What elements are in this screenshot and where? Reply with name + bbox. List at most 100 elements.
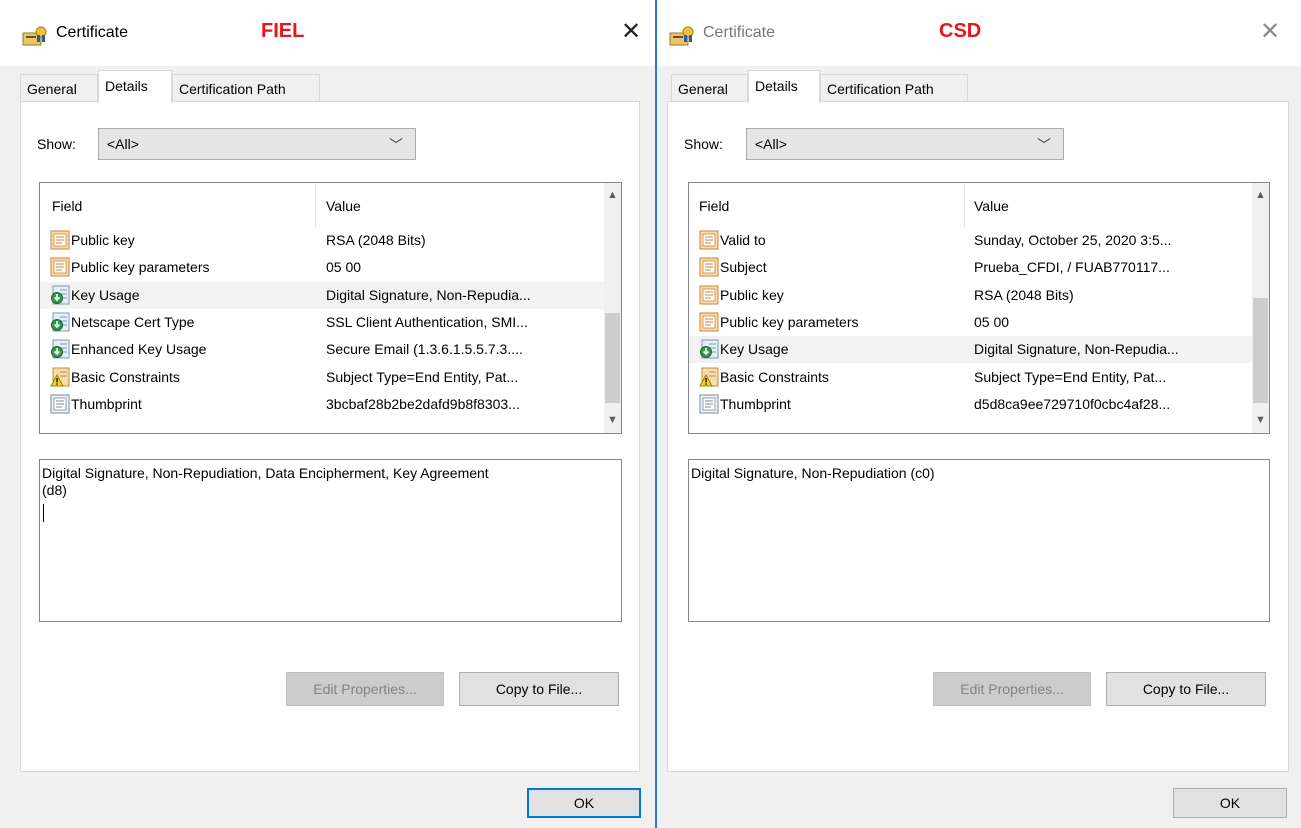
list-row[interactable]: Subject Prueba_CFDI, / FUAB770117... xyxy=(689,254,1252,281)
scroll-down-icon[interactable]: ▼ xyxy=(604,412,621,429)
row-field-value: RSA (2048 Bits) xyxy=(974,286,1074,303)
list-row[interactable]: Valid to Sunday, October 25, 2020 3:5... xyxy=(689,227,1252,254)
list-row[interactable]: Thumbprint d5d8ca9ee729710f0cbc4af28... xyxy=(689,391,1252,418)
close-icon[interactable]: ✕ xyxy=(1256,18,1284,46)
edit-properties-button[interactable]: Edit Properties... xyxy=(933,672,1091,706)
scrollbar-thumb[interactable] xyxy=(1253,298,1268,403)
scroll-down-icon[interactable]: ▼ xyxy=(1252,412,1269,429)
scroll-up-icon[interactable]: ▲ xyxy=(604,187,621,204)
row-field-value: RSA (2048 Bits) xyxy=(326,232,426,248)
list-header: Field Value xyxy=(40,183,604,227)
field-detail-textbox[interactable]: Digital Signature, Non-Repudiation (c0) xyxy=(688,459,1270,622)
row-field-value: Prueba_CFDI, / FUAB770117... xyxy=(974,259,1170,276)
thumbprint-icon xyxy=(50,394,70,414)
list-row[interactable]: Key Usage Digital Signature, Non-Repudia.… xyxy=(40,281,604,309)
tab-details[interactable]: Details xyxy=(98,70,172,103)
row-field-name: Enhanced Key Usage xyxy=(71,341,207,358)
document-icon xyxy=(699,257,719,277)
details-panel: Show: <All> ﹀ Field Value Public key RSA … xyxy=(20,101,640,772)
list-row[interactable]: Basic Constraints Subject Type=End Entity… xyxy=(40,364,604,391)
title-bar: Certificate CSD ✕ xyxy=(657,0,1301,66)
row-field-name: Public key xyxy=(720,286,784,303)
list-row[interactable]: Enhanced Key Usage Secure Email (1.3.6.1.… xyxy=(40,336,604,363)
row-field-name: Basic Constraints xyxy=(71,368,180,385)
tab-certification-path[interactable]: Certification Path xyxy=(172,74,320,102)
certificate-icon xyxy=(22,26,47,46)
window-tag-label: FIEL xyxy=(261,20,305,42)
detail-line: Digital Signature, Non-Repudiation, Data… xyxy=(42,465,489,481)
warning-extension-icon xyxy=(50,367,70,387)
scrollbar-thumb[interactable] xyxy=(605,313,620,403)
chevron-down-icon: ﹀ xyxy=(1037,137,1051,153)
extension-icon xyxy=(50,339,70,359)
tab-details[interactable]: Details xyxy=(748,70,820,103)
row-field-value: SSL Client Authentication, SMI... xyxy=(326,313,528,330)
window-title: Certificate xyxy=(703,24,776,41)
row-field-name: Thumbprint xyxy=(720,395,791,412)
window-tag-label: CSD xyxy=(939,20,982,42)
tab-general[interactable]: General xyxy=(20,74,98,102)
column-header-field[interactable]: Field xyxy=(699,198,729,214)
row-field-name: Public key parameters xyxy=(71,259,210,276)
field-list[interactable]: Field Value Valid to Sunday, October 25, … xyxy=(688,182,1270,434)
scroll-up-icon[interactable]: ▲ xyxy=(1252,187,1269,204)
row-field-value: Subject Type=End Entity, Pat... xyxy=(326,368,519,385)
field-list[interactable]: Field Value Public key RSA (2048 Bits) Pub… xyxy=(39,182,622,434)
row-field-value: Digital Signature, Non-Repudia... xyxy=(974,341,1179,358)
column-divider[interactable] xyxy=(315,183,316,227)
extension-icon xyxy=(50,285,70,305)
list-scrollbar[interactable]: ▲ ▼ xyxy=(1252,183,1269,433)
show-dropdown-value: <All> xyxy=(755,136,787,152)
field-detail-textbox[interactable]: Digital Signature, Non-Repudiation, Data… xyxy=(39,459,622,622)
list-row[interactable]: Public key RSA (2048 Bits) xyxy=(689,282,1252,309)
list-scrollbar[interactable]: ▲ ▼ xyxy=(604,183,621,433)
column-divider[interactable] xyxy=(964,183,965,227)
document-icon xyxy=(699,230,719,250)
warning-extension-icon xyxy=(699,367,719,387)
column-header-value[interactable]: Value xyxy=(326,198,361,214)
thumbprint-icon xyxy=(699,394,719,414)
list-row[interactable]: Basic Constraints Subject Type=End Entity… xyxy=(689,364,1252,391)
document-icon xyxy=(699,285,719,305)
window-title: Certificate xyxy=(56,24,129,41)
list-row[interactable]: Public key RSA (2048 Bits) xyxy=(40,227,604,254)
list-row[interactable]: Netscape Cert Type SSL Client Authenticat… xyxy=(40,309,604,336)
copy-to-file-button[interactable]: Copy to File... xyxy=(1106,672,1266,706)
list-row[interactable]: Public key parameters 05 00 xyxy=(689,309,1252,336)
row-field-value: 05 00 xyxy=(974,313,1010,330)
column-header-field[interactable]: Field xyxy=(52,198,82,214)
tab-strip: General Details Certification Path xyxy=(657,66,1301,103)
tab-certification-path[interactable]: Certification Path xyxy=(820,74,968,102)
list-row[interactable]: Public key parameters 05 00 xyxy=(40,254,604,281)
certificate-icon xyxy=(669,26,694,46)
list-header: Field Value xyxy=(689,183,1252,227)
show-dropdown[interactable]: <All> ﹀ xyxy=(98,128,416,160)
row-field-value: 3bcbaf28b2be2dafd9b8f8303... xyxy=(326,395,520,412)
show-dropdown-value: <All> xyxy=(107,136,139,152)
column-header-value[interactable]: Value xyxy=(974,198,1009,214)
row-field-value: Digital Signature, Non-Repudia... xyxy=(326,286,531,303)
row-field-name: Netscape Cert Type xyxy=(71,313,195,330)
document-icon xyxy=(699,312,719,332)
close-icon[interactable]: ✕ xyxy=(617,18,645,46)
document-icon xyxy=(50,257,70,277)
row-field-name: Basic Constraints xyxy=(720,368,829,385)
edit-properties-button[interactable]: Edit Properties... xyxy=(286,672,444,706)
ok-button[interactable]: OK xyxy=(1173,788,1287,818)
extension-icon xyxy=(50,312,70,332)
certificate-window-fiel: Certificate FIEL ✕ General Details Certi… xyxy=(0,0,655,828)
ok-button[interactable]: OK xyxy=(527,788,641,818)
row-field-name: Public key xyxy=(71,232,135,248)
list-row[interactable]: Key Usage Digital Signature, Non-Repudia.… xyxy=(689,336,1252,364)
show-dropdown[interactable]: <All> ﹀ xyxy=(746,128,1064,160)
row-field-value: d5d8ca9ee729710f0cbc4af28... xyxy=(974,395,1171,412)
row-field-name: Key Usage xyxy=(71,286,140,303)
row-field-value: 05 00 xyxy=(326,259,362,276)
detail-line: (d8) xyxy=(42,482,67,498)
list-row[interactable]: Thumbprint 3bcbaf28b2be2dafd9b8f8303... xyxy=(40,391,604,418)
row-field-value: Sunday, October 25, 2020 3:5... xyxy=(974,232,1172,248)
copy-to-file-button[interactable]: Copy to File... xyxy=(459,672,619,706)
show-label: Show: xyxy=(37,136,76,152)
detail-line: Digital Signature, Non-Repudiation (c0) xyxy=(691,465,935,481)
tab-general[interactable]: General xyxy=(671,74,748,102)
